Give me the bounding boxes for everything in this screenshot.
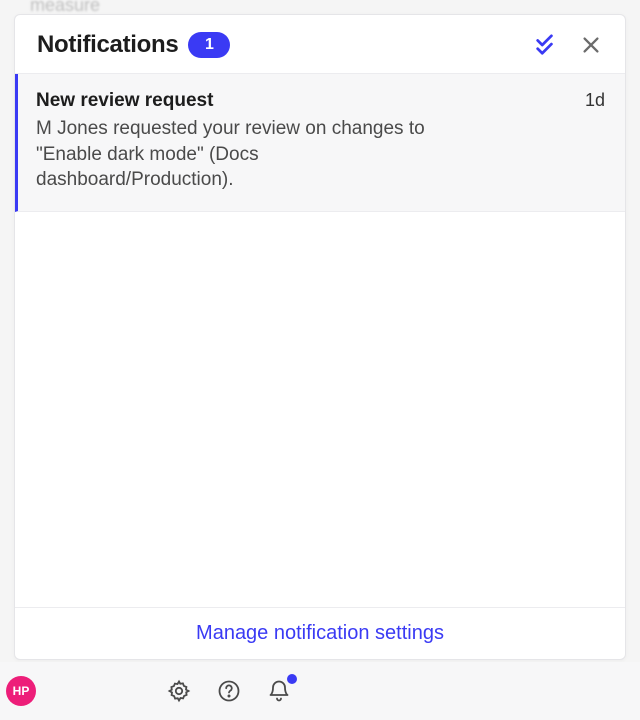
notification-title: New review request bbox=[36, 90, 573, 112]
help-button[interactable] bbox=[216, 678, 242, 704]
mark-all-read-button[interactable] bbox=[531, 31, 559, 59]
notifications-panel: Notifications 1 New review request M Jon… bbox=[14, 14, 626, 660]
notifications-list: New review request M Jones requested you… bbox=[15, 74, 625, 607]
close-button[interactable] bbox=[577, 31, 605, 59]
manage-settings-link[interactable]: Manage notification settings bbox=[196, 622, 444, 644]
bottom-icons bbox=[166, 678, 292, 704]
bottom-bar: HP bbox=[0, 662, 640, 720]
notification-item[interactable]: New review request M Jones requested you… bbox=[15, 74, 625, 212]
panel-header: Notifications 1 bbox=[15, 15, 625, 74]
notification-body: M Jones requested your review on changes… bbox=[36, 116, 456, 193]
settings-button[interactable] bbox=[166, 678, 192, 704]
gear-icon bbox=[167, 679, 191, 703]
panel-footer: Manage notification settings bbox=[15, 607, 625, 659]
help-icon bbox=[217, 679, 241, 703]
double-check-icon bbox=[534, 34, 556, 56]
notifications-button[interactable] bbox=[266, 678, 292, 704]
notification-time: 1d bbox=[585, 90, 605, 193]
bell-icon bbox=[267, 679, 291, 703]
unread-count-badge: 1 bbox=[188, 32, 230, 58]
close-icon bbox=[580, 34, 602, 56]
notification-content: New review request M Jones requested you… bbox=[36, 90, 585, 193]
panel-title: Notifications bbox=[37, 31, 178, 59]
avatar[interactable]: HP bbox=[6, 676, 36, 706]
header-actions bbox=[531, 31, 605, 59]
notification-indicator-dot bbox=[287, 674, 297, 684]
